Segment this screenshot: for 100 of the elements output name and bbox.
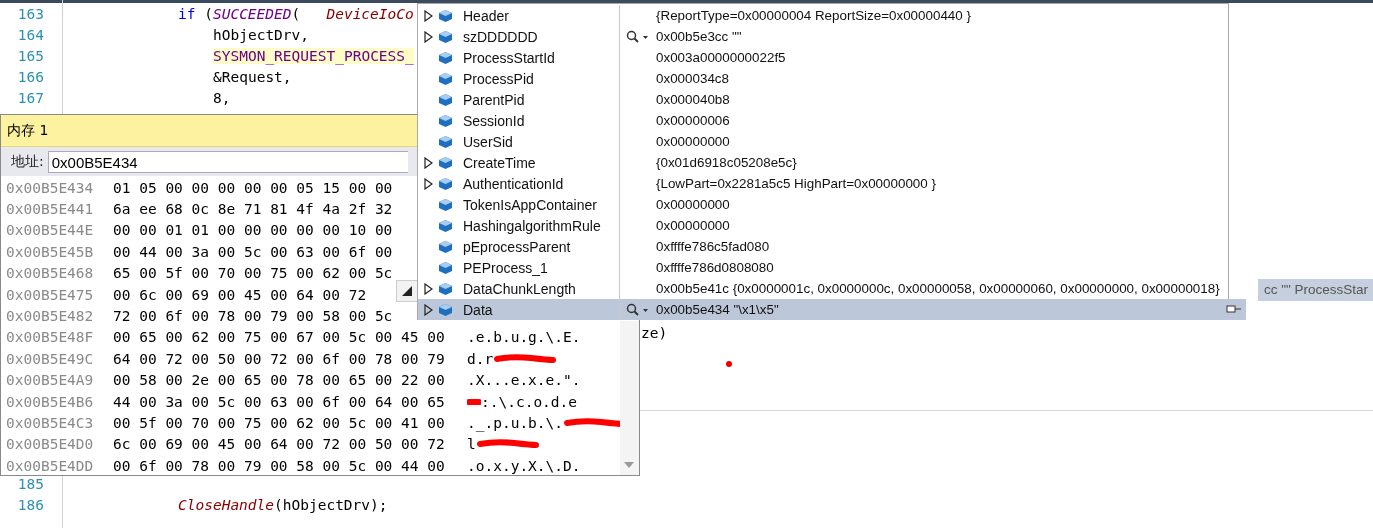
pin-icon[interactable] (1225, 304, 1242, 314)
datatip-row[interactable]: Data 0x00b5e434 "\x1\x5" (418, 299, 1246, 320)
search-icon[interactable] (626, 29, 650, 44)
hex-bytes: 00 00 01 01 00 00 00 00 00 10 00 (113, 222, 393, 239)
datatip-row[interactable]: HashingalgorithmRule 0x00000000 (418, 215, 1228, 236)
datatip-row[interactable]: CreateTime {0x01d6918c05208e5c} (418, 152, 1228, 173)
field-name: Header (463, 7, 510, 24)
hex-bytes: 00 44 00 3a 00 5c 00 63 00 6f 00 (113, 243, 393, 260)
field-name: HashingalgorithmRule (463, 217, 602, 234)
expand-arrow-icon[interactable] (423, 177, 433, 190)
field-icon (438, 218, 453, 233)
field-name: pEprocessParent (463, 238, 572, 255)
line-number: 185 (16, 475, 44, 492)
datatip-row[interactable]: ParentPid 0x000040b8 (418, 89, 1228, 110)
scrollbar[interactable] (620, 321, 639, 475)
expand-arrow-icon[interactable] (423, 303, 433, 316)
address-label: 地址: (11, 152, 44, 171)
field-value: 0x00000000 (656, 134, 730, 149)
resize-button[interactable] (396, 280, 417, 302)
code-line: 8, (213, 89, 231, 106)
memory-address: 0x00B5E434 (6, 179, 95, 196)
hex-bytes: 01 05 00 00 00 00 00 05 15 00 00 (113, 179, 393, 196)
redaction-mark (475, 438, 540, 451)
hex-bytes: 00 5f 00 70 00 75 00 62 00 5c 00 41 00 (113, 415, 445, 431)
field-name: SessionId (463, 112, 526, 129)
field-icon (438, 134, 453, 149)
field-icon (438, 197, 453, 212)
field-name: DataChunkLength (463, 280, 577, 297)
field-name: TokenIsAppContainer (463, 196, 598, 213)
datatip-row[interactable]: AuthenticationId {LowPart=0x2281a5c5 HighPart=0x00000000 } (418, 173, 1228, 194)
field-value: 0x00000006 (656, 113, 730, 128)
memory-address: 0x00B5E45B (6, 243, 95, 260)
memory-address: 0x00B5E4D0 (6, 436, 95, 453)
hex-bytes: 00 58 00 2e 00 65 00 78 00 65 00 22 00 (113, 372, 445, 389)
ascii-text: ._.p.u.b.\. (467, 415, 564, 431)
field-value: {0x01d6918c05208e5c} (656, 155, 797, 170)
ascii-text: :.\.c.o.d.e (481, 393, 578, 410)
ascii-text: l (467, 436, 476, 453)
field-name: ParentPid (463, 91, 526, 108)
expand-arrow-icon[interactable] (423, 9, 433, 22)
field-icon (438, 50, 453, 65)
hex-bytes: 72 00 6f 00 78 00 79 00 58 00 5c (113, 308, 393, 325)
field-name: CreateTime (463, 154, 537, 171)
code-line: &Request, (213, 68, 292, 85)
ascii-text: d.r (467, 350, 494, 367)
line-number: 166 (16, 68, 44, 85)
field-value: 0x00b5e3cc "" (656, 29, 742, 44)
field-name: szDDDDDD (463, 28, 539, 45)
code-line: if (SUCCEEDED( DeviceIoCo (178, 5, 414, 22)
line-number: 164 (16, 26, 44, 43)
datatip-row[interactable]: Header {ReportType=0x00000004 ReportSize=0x00000440 } (418, 5, 1228, 26)
redaction-mark (467, 396, 481, 407)
field-icon (438, 260, 453, 275)
memory-address: 0x00B5E482 (6, 308, 95, 325)
memory-address: 0x00B5E441 (6, 201, 95, 218)
hex-bytes: 65 00 5f 00 70 00 75 00 62 00 5c (113, 265, 393, 282)
field-value: {LowPart=0x2281a5c5 HighPart=0x00000000 } (656, 176, 936, 191)
field-value: 0x000040b8 (656, 92, 730, 107)
expand-arrow-icon[interactable] (423, 282, 433, 295)
field-icon (438, 281, 453, 296)
field-value: {ReportType=0x00000004 ReportSize=0x00000440 } (656, 8, 971, 23)
scroll-down-icon[interactable] (623, 461, 635, 469)
hex-bytes: 6c 00 69 00 45 00 64 00 72 00 50 00 72 (113, 436, 445, 453)
triangle-icon (402, 286, 412, 296)
datatip-row[interactable]: szDDDDDD 0x00b5e3cc "" (418, 26, 1228, 47)
address-field[interactable]: 0x00B5E434 (47, 150, 408, 173)
code-line: CloseHandle(hObjectDrv); (178, 496, 388, 513)
datatip-row[interactable]: ProcessPid 0x000034c8 (418, 68, 1228, 89)
expand-arrow-icon[interactable] (423, 30, 433, 43)
field-icon (438, 29, 453, 44)
field-value: 0x00b5e41c {0x0000001c, 0x0000000c, 0x00000058, 0x00000060, 0x00000000, 0x00000018} (656, 281, 1220, 296)
field-name: UserSid (463, 133, 514, 150)
hex-bytes: 6a ee 68 0c 8e 71 81 4f 4a 2f 32 (113, 201, 393, 218)
memory-address: 0x00B5E44E (6, 222, 95, 239)
field-value: 0xffffe786c5fad080 (656, 239, 770, 254)
expand-arrow-icon[interactable] (423, 156, 433, 169)
datatip-row[interactable]: TokenIsAppContainer 0x00000000 (418, 194, 1228, 215)
hex-bytes: 00 6c 00 69 00 45 00 64 00 72 (113, 286, 367, 303)
field-icon (438, 71, 453, 86)
datatip-row[interactable]: ProcessStartId 0x003a0000000022f5 (418, 47, 1228, 68)
hex-bytes: 64 00 72 00 50 00 72 00 6f 00 78 00 79 (113, 350, 445, 367)
memory-address: 0x00B5E468 (6, 265, 95, 282)
field-icon (438, 239, 453, 254)
line-number: 165 (16, 47, 44, 64)
field-name: Data (463, 301, 494, 318)
memory-address: 0x00B5E49C (6, 350, 95, 367)
memory-address: 0x00B5E4C3 (6, 415, 95, 431)
line-number: 163 (16, 5, 44, 22)
hex-bytes: 00 65 00 62 00 75 00 67 00 5c 00 45 00 (113, 329, 445, 346)
field-value: 0x003a0000000022f5 (656, 50, 786, 65)
field-icon (438, 92, 453, 107)
field-name: ProcessStartId (463, 49, 556, 66)
memory-address: 0x00B5E4A9 (6, 372, 95, 389)
search-icon[interactable] (626, 302, 650, 317)
datatip-row[interactable]: pEprocessParent 0xffffe786c5fad080 (418, 236, 1228, 257)
field-icon (438, 176, 453, 191)
code-line: hObjectDrv, (213, 26, 310, 43)
memory-address: 0x00B5E48F (6, 329, 95, 346)
datatip-row[interactable]: PEProcess_1 0xffffe786d0808080 (418, 257, 1228, 278)
breakpoint-dot (726, 361, 732, 367)
